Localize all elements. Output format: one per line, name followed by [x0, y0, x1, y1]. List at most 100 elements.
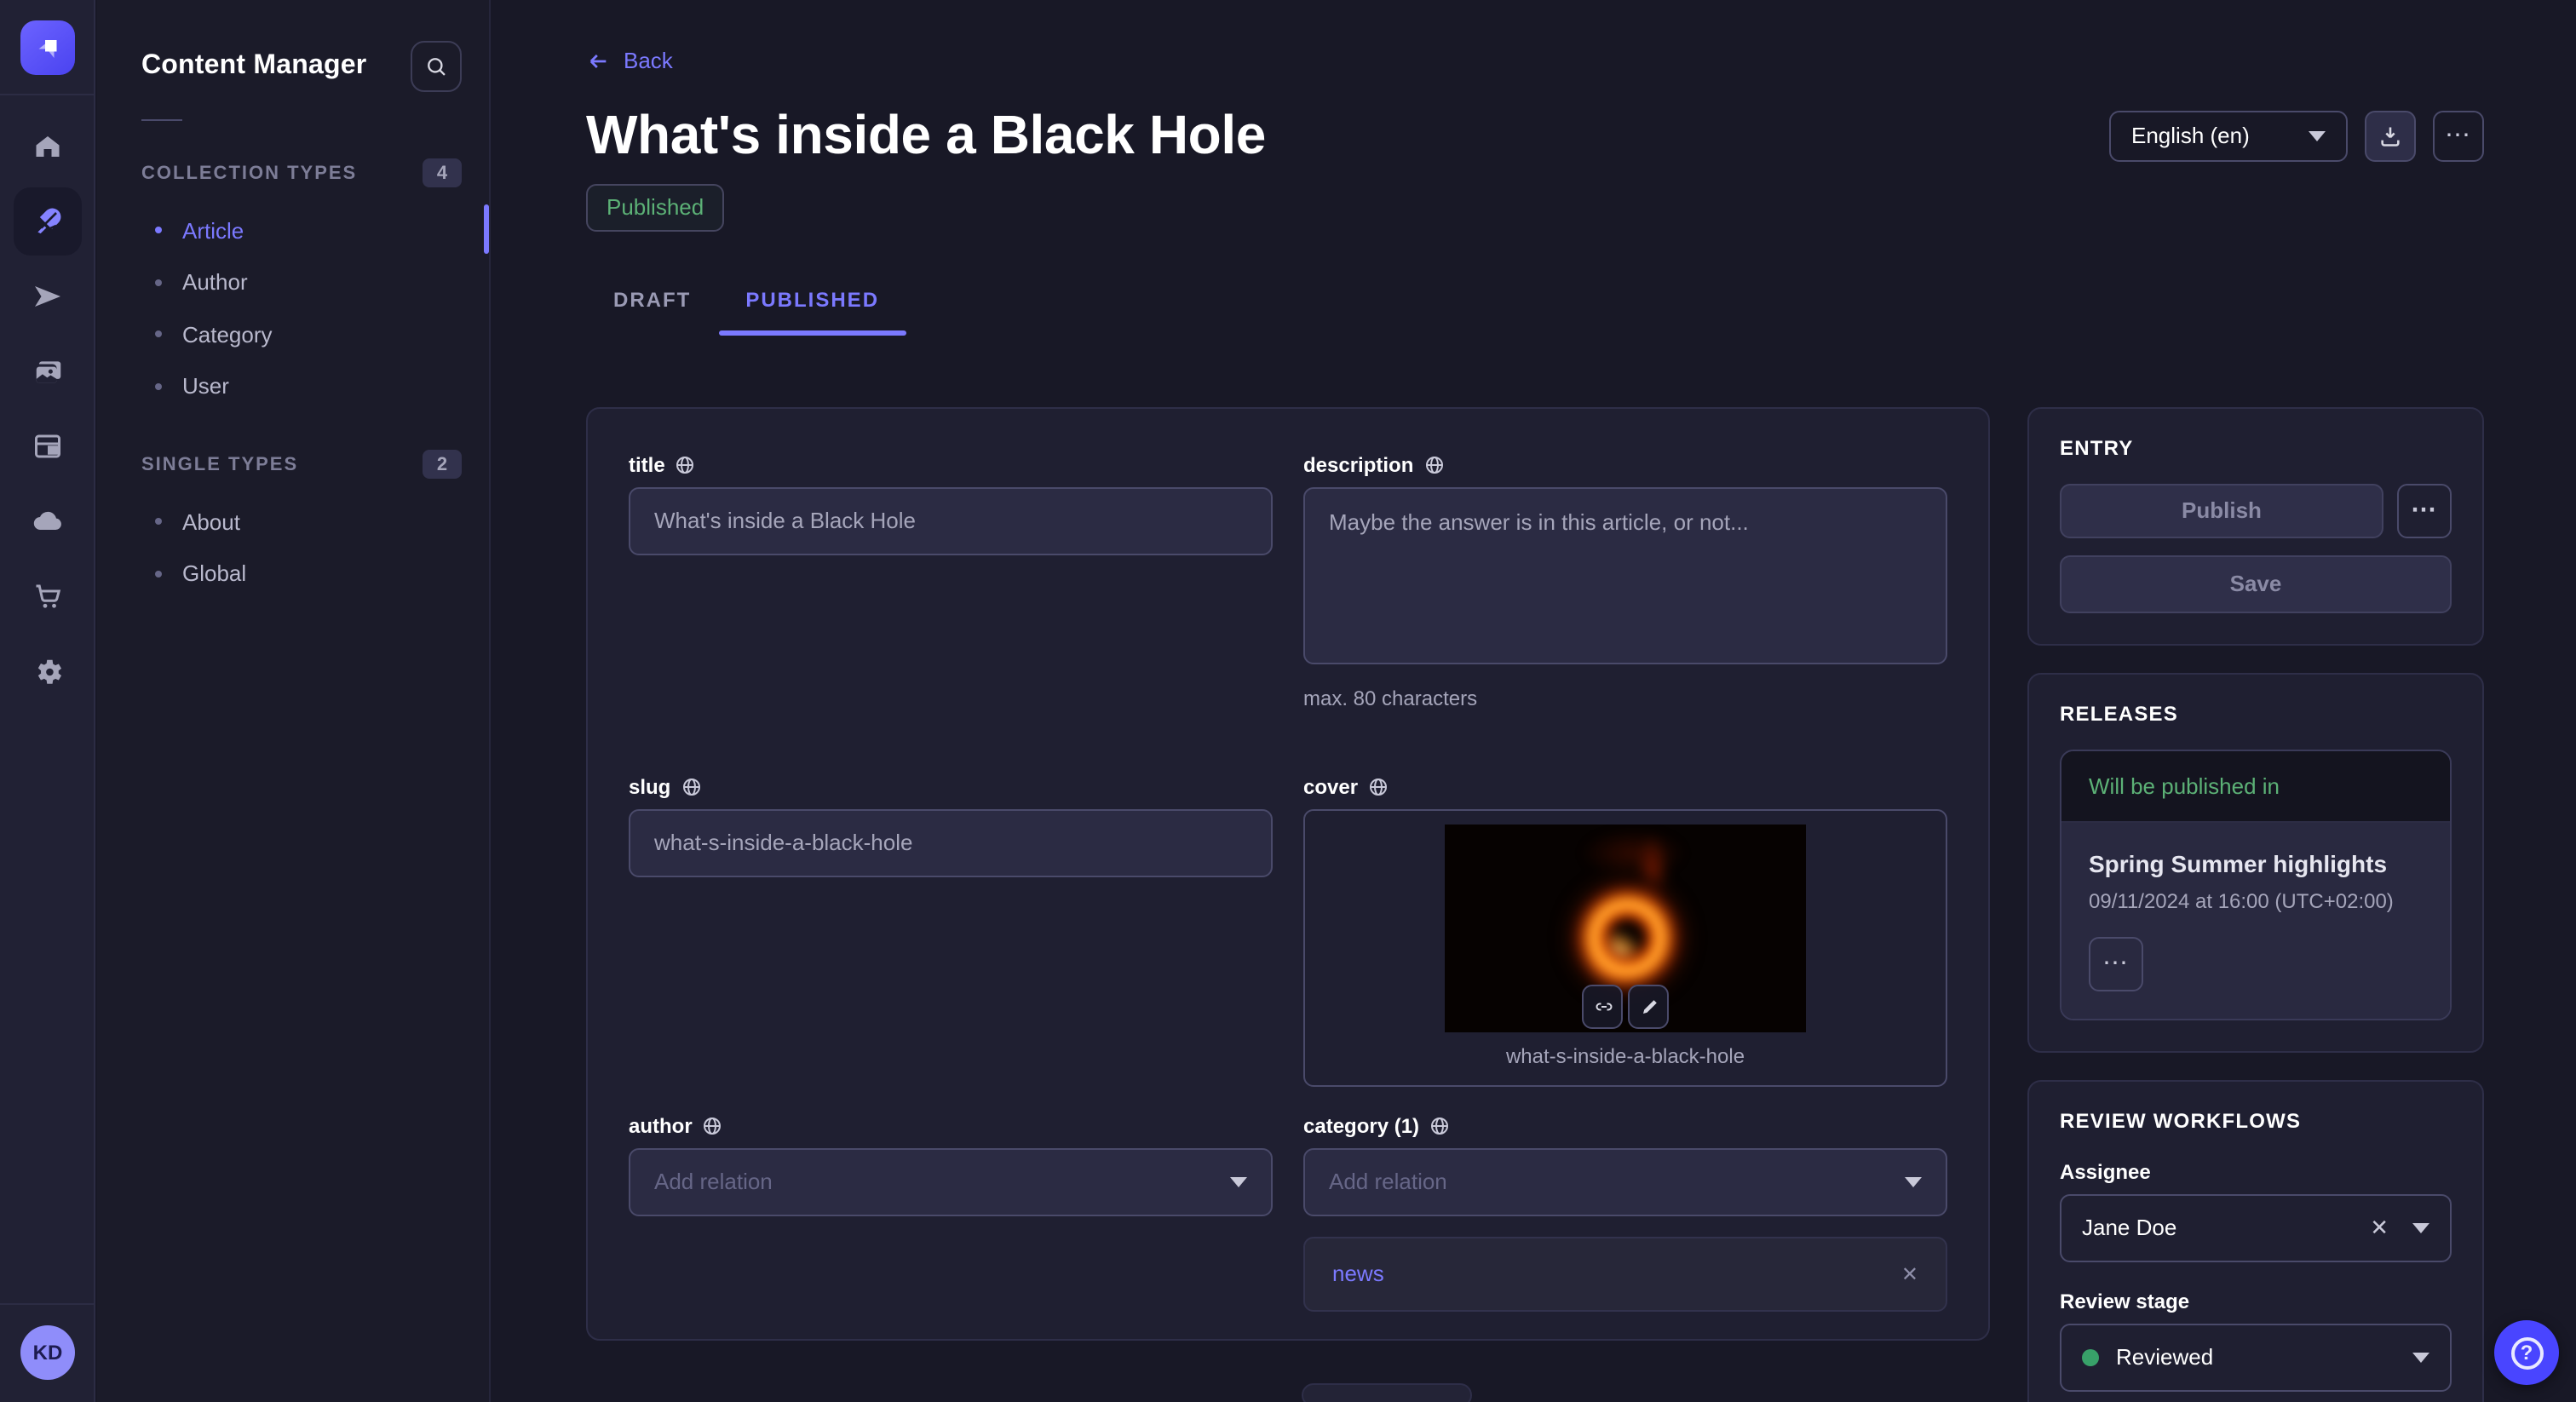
- back-link[interactable]: Back: [586, 48, 673, 73]
- clear-assignee-icon[interactable]: ✕: [2370, 1214, 2389, 1241]
- nav-home[interactable]: [0, 109, 95, 184]
- more-icon: ⋯: [2102, 951, 2130, 976]
- remove-tag-icon[interactable]: ✕: [1901, 1261, 1918, 1285]
- header-actions: English (en) ⋯: [2109, 110, 2484, 161]
- tab-published[interactable]: PUBLISHED: [718, 287, 906, 335]
- nav-releases[interactable]: [0, 259, 95, 334]
- chevron-down-icon: [1230, 1176, 1247, 1187]
- more-icon: ⋯: [2411, 496, 2438, 525]
- subnav-header: Content Manager: [97, 0, 489, 92]
- main-nav: KD: [0, 0, 95, 1402]
- release-more-button[interactable]: ⋯: [2089, 936, 2143, 991]
- stage-value: Reviewed: [2116, 1344, 2213, 1370]
- scrollbar-thumb[interactable]: [483, 204, 489, 254]
- collapsed-card-peek: [1302, 1383, 1472, 1402]
- review-workflows-panel: REVIEW WORKFLOWS Assignee Jane Doe ✕ Rev…: [2027, 1079, 2484, 1402]
- chevron-down-icon: [1905, 1176, 1922, 1187]
- field-category: category (1) Add relation news ✕: [1303, 1113, 1947, 1311]
- bullet-icon: [155, 227, 162, 234]
- download-icon: [2378, 124, 2402, 147]
- field-description: description Maybe the answer is in this …: [1303, 452, 1947, 710]
- page-title: Content Manager: [141, 51, 366, 82]
- search-button[interactable]: [411, 41, 462, 92]
- count-badge: 2: [423, 450, 462, 479]
- form-card: title description Maybe the answer is in…: [586, 406, 1990, 1340]
- edit-button[interactable]: [1628, 984, 1669, 1028]
- logo-section: [0, 0, 94, 95]
- nav-settings[interactable]: [0, 634, 95, 709]
- cover-caption: what-s-inside-a-black-hole: [1305, 1043, 1946, 1067]
- release-card: Will be published in Spring Summer highl…: [2060, 749, 2452, 1020]
- main-content: Back What's inside a Black Hole English …: [492, 0, 2576, 1402]
- slug-input[interactable]: [629, 808, 1273, 876]
- strapi-logo[interactable]: [20, 20, 74, 74]
- bullet-icon: [155, 279, 162, 286]
- tab-draft[interactable]: DRAFT: [586, 287, 718, 335]
- description-label: description: [1303, 452, 1947, 476]
- status-badge: Published: [586, 183, 724, 231]
- entry-more-button[interactable]: ⋯: [2397, 483, 2452, 537]
- cover-label: cover: [1303, 774, 1947, 798]
- title-row: What's inside a Black Hole English (en) …: [586, 98, 2484, 173]
- search-icon: [424, 55, 448, 78]
- copy-link-button[interactable]: [1582, 984, 1623, 1028]
- more-actions-button[interactable]: ⋯: [2433, 110, 2484, 161]
- author-placeholder: Add relation: [654, 1169, 773, 1194]
- sidebar-item-label: About: [182, 509, 240, 535]
- cart-icon: [32, 581, 63, 612]
- category-tag-link[interactable]: news: [1332, 1261, 1384, 1286]
- publish-button[interactable]: Publish: [2060, 483, 2383, 537]
- sidebar-item-about[interactable]: About: [97, 496, 489, 548]
- assignee-select[interactable]: Jane Doe ✕: [2060, 1193, 2452, 1261]
- help-button[interactable]: ?: [2494, 1320, 2559, 1385]
- nav-content-type-builder[interactable]: [0, 409, 95, 484]
- feather-icon: [31, 204, 65, 238]
- section-single-types: SINGLE TYPES 2: [97, 450, 489, 479]
- chevron-down-icon: [2309, 130, 2326, 141]
- bullet-icon: [155, 383, 162, 390]
- sidebar-item-label: Article: [182, 218, 244, 244]
- sidebar-item-article[interactable]: Article: [97, 204, 489, 256]
- avatar[interactable]: KD: [20, 1325, 75, 1380]
- back-label: Back: [624, 48, 673, 73]
- help-icon: ?: [2510, 1336, 2543, 1369]
- sidebar-item-author[interactable]: Author: [97, 256, 489, 308]
- nav-media-library[interactable]: [0, 334, 95, 409]
- home-icon: [32, 131, 63, 162]
- sidebar-item-label: Category: [182, 322, 273, 348]
- release-name: Spring Summer highlights: [2089, 849, 2423, 876]
- cover-actions: [1582, 984, 1669, 1028]
- description-hint: max. 80 characters: [1303, 686, 1947, 710]
- category-relation-select[interactable]: Add relation: [1303, 1147, 1947, 1215]
- stage-dot-icon: [2082, 1348, 2099, 1365]
- images-icon: [32, 355, 64, 388]
- single-types-list: About Global: [97, 496, 489, 600]
- author-relation-select[interactable]: Add relation: [629, 1147, 1273, 1215]
- cover-image-black-hole[interactable]: [1445, 824, 1806, 1031]
- field-author: author Add relation: [629, 1113, 1273, 1311]
- tabs: DRAFT PUBLISHED: [586, 287, 2484, 335]
- sidebar-item-label: User: [182, 374, 229, 399]
- bullet-icon: [155, 331, 162, 338]
- description-textarea[interactable]: Maybe the answer is in this article, or …: [1303, 486, 1947, 664]
- globe-icon: [1429, 1115, 1450, 1135]
- field-slug: slug: [629, 774, 1273, 1086]
- nav-cloud[interactable]: [0, 484, 95, 559]
- save-button[interactable]: Save: [2060, 554, 2452, 612]
- app: KD Content Manager COLLECTION TYPES 4 Ar…: [0, 0, 2576, 1402]
- sidebar-item-user[interactable]: User: [97, 360, 489, 412]
- cloud-icon: [31, 504, 65, 538]
- locale-select[interactable]: English (en): [2109, 110, 2348, 161]
- nav-content-manager[interactable]: [0, 184, 95, 259]
- active-nav-tile: [14, 187, 82, 256]
- review-stage-select[interactable]: Reviewed: [2060, 1323, 2452, 1391]
- download-button[interactable]: [2365, 110, 2416, 161]
- nav-divider: [0, 1303, 94, 1305]
- nav-marketplace[interactable]: [0, 559, 95, 634]
- releases-panel: RELEASES Will be published in Spring Sum…: [2027, 672, 2484, 1052]
- sidebar-item-global[interactable]: Global: [97, 548, 489, 600]
- sidebar-item-category[interactable]: Category: [97, 308, 489, 360]
- assignee-value: Jane Doe: [2082, 1215, 2176, 1240]
- title-input[interactable]: [629, 486, 1273, 554]
- bullet-icon: [155, 519, 162, 526]
